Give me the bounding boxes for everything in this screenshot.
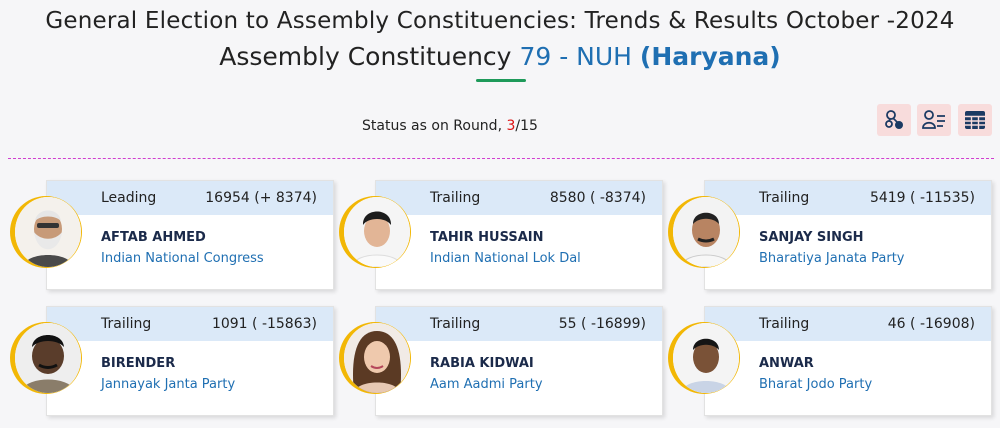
candidate-party: Jannayak Janta Party xyxy=(101,377,236,392)
network-view-button[interactable] xyxy=(877,104,911,136)
candidate-avatar-6 xyxy=(668,322,740,394)
candidate-votes: 46 ( -16908) xyxy=(887,316,975,332)
portrait-icon xyxy=(344,197,410,267)
candidate-party: Aam Aadmi Party xyxy=(430,377,543,392)
candidate-avatar-5 xyxy=(339,322,411,394)
candidate-votes: 55 ( -16899) xyxy=(558,316,646,332)
candidate-avatar-1 xyxy=(10,196,82,268)
candidate-votes: 16954 (+ 8374) xyxy=(205,190,317,206)
candidate-votes: 5419 ( -11535) xyxy=(869,190,975,206)
constituency-prefix: Assembly Constituency xyxy=(219,42,512,71)
portrait-icon xyxy=(344,323,410,393)
candidate-avatar-3 xyxy=(668,196,740,268)
candidate-avatar-2 xyxy=(339,196,411,268)
candidate-status: Leading xyxy=(101,190,157,206)
candidate-party: Indian National Lok Dal xyxy=(430,251,581,266)
candidate-party: Bharat Jodo Party xyxy=(759,377,873,392)
candidate-status: Trailing xyxy=(430,190,481,206)
candidate-status: Trailing xyxy=(759,316,810,332)
constituency-title: Assembly Constituency 79 - NUH (Haryana) xyxy=(0,42,1000,71)
network-icon xyxy=(885,110,903,129)
candidate-avatar-4 xyxy=(10,322,82,394)
candidate-name: BIRENDER xyxy=(101,356,176,371)
candidate-party: Indian National Congress xyxy=(101,251,264,266)
candidate-name: RABIA KIDWAI xyxy=(430,356,534,371)
portrait-icon xyxy=(15,323,81,393)
candidate-card-6[interactable]: Trailing 46 ( -16908) ANWAR Bharat Jodo … xyxy=(704,306,992,416)
table-view-button[interactable] xyxy=(958,104,992,136)
candidate-party: Bharatiya Janata Party xyxy=(759,251,905,266)
round-status-label: Status as on Round, xyxy=(362,118,507,134)
user-list-icon xyxy=(922,110,945,129)
candidate-card-2[interactable]: Trailing 8580 ( -8374) TAHIR HUSSAIN Ind… xyxy=(375,180,663,290)
portrait-icon xyxy=(673,323,739,393)
candidate-status: Trailing xyxy=(430,316,481,332)
candidate-card-4[interactable]: Trailing 1091 ( -15863) BIRENDER Jannaya… xyxy=(46,306,334,416)
candidate-name: TAHIR HUSSAIN xyxy=(430,230,544,245)
section-divider xyxy=(8,158,994,159)
candidate-list-button[interactable] xyxy=(917,104,951,136)
candidate-status: Trailing xyxy=(759,190,810,206)
constituency-number-name: 79 - NUH xyxy=(519,42,632,71)
candidate-card-3[interactable]: Trailing 5419 ( -11535) SANJAY SINGH Bha… xyxy=(704,180,992,290)
candidate-votes: 8580 ( -8374) xyxy=(549,190,646,206)
table-grid-icon xyxy=(965,111,985,129)
candidate-card-5[interactable]: Trailing 55 ( -16899) RABIA KIDWAI Aam A… xyxy=(375,306,663,416)
candidate-name: SANJAY SINGH xyxy=(759,230,864,245)
candidate-status: Trailing xyxy=(101,316,152,332)
candidate-name: ANWAR xyxy=(759,356,814,371)
portrait-icon xyxy=(673,197,739,267)
constituency-state: (Haryana) xyxy=(639,42,781,71)
candidate-card-1[interactable]: Leading 16954 (+ 8374) AFTAB AHMED India… xyxy=(46,180,334,290)
title-underline xyxy=(476,79,526,82)
total-rounds: /15 xyxy=(515,118,538,134)
portrait-icon xyxy=(15,197,81,267)
candidate-votes: 1091 ( -15863) xyxy=(211,316,317,332)
candidate-name: AFTAB AHMED xyxy=(101,230,206,245)
round-status: Status as on Round, 3/15 xyxy=(362,118,538,134)
page-title: General Election to Assembly Constituenc… xyxy=(45,8,955,34)
